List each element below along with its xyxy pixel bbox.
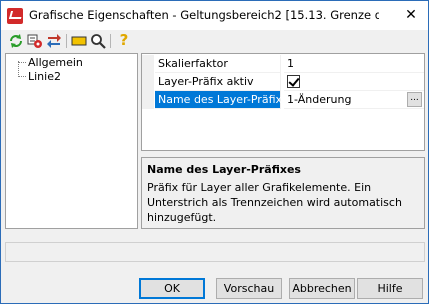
- preview-button[interactable]: Vorschau: [216, 278, 282, 299]
- settings-red-icon[interactable]: [27, 33, 43, 49]
- toolbar-separator: [66, 34, 67, 48]
- description-text: Präfix für Layer aller Grafikelemente. E…: [147, 181, 402, 224]
- property-label: Layer-Präfix aktiv: [155, 73, 281, 91]
- tree-connector: [18, 62, 26, 63]
- property-row-skalierfaktor[interactable]: Skalierfaktor 1: [142, 55, 424, 73]
- property-label: Skalierfaktor: [155, 55, 281, 73]
- dialog-window: Grafische Eigenschaften - Geltungsbereic…: [0, 0, 429, 304]
- cancel-button[interactable]: Abbrechen: [289, 278, 355, 299]
- refresh-icon[interactable]: [8, 33, 24, 49]
- description-panel: Name des Layer-Präfixes Präfix für Layer…: [141, 157, 425, 229]
- tree-item-linie2[interactable]: Linie2: [28, 70, 61, 83]
- row-gutter: [142, 55, 154, 73]
- row-gutter: [142, 91, 154, 109]
- tree-view[interactable]: Allgemein Linie2: [5, 53, 138, 229]
- ok-button[interactable]: OK: [139, 278, 205, 299]
- browse-button[interactable]: ...: [407, 92, 422, 107]
- layer-prefix-checkbox[interactable]: [287, 75, 300, 88]
- toolbar: ?: [1, 30, 428, 52]
- color-rect-icon[interactable]: [71, 33, 87, 49]
- property-row-layer-praefix-aktiv[interactable]: Layer-Präfix aktiv: [142, 73, 424, 91]
- toolbar-separator: [110, 34, 111, 48]
- row-gutter: [142, 73, 154, 91]
- swap-icon[interactable]: [46, 33, 62, 49]
- property-label: Name des Layer-Präfixes: [155, 91, 294, 109]
- help-button[interactable]: Hilfe: [357, 278, 423, 299]
- app-icon: [7, 8, 23, 24]
- search-icon[interactable]: [90, 33, 106, 49]
- tree-connector: [18, 61, 19, 77]
- title-bar[interactable]: Grafische Eigenschaften - Geltungsbereic…: [1, 1, 428, 30]
- layer-prefix-name-input[interactable]: 1-Änderung: [284, 91, 424, 109]
- tree-connector: [18, 76, 26, 77]
- close-button[interactable]: ✕: [402, 6, 420, 24]
- status-bar: [5, 242, 425, 262]
- help-icon[interactable]: ?: [116, 31, 132, 49]
- tree-item-allgemein[interactable]: Allgemein: [28, 56, 83, 69]
- property-value-field: [284, 73, 424, 91]
- window-title: Grafische Eigenschaften - Geltungsbereic…: [29, 8, 379, 22]
- property-row-layer-praefix-name[interactable]: Name des Layer-Präfixes 1-Änderung ...: [142, 91, 424, 109]
- property-grid: Skalierfaktor 1 Layer-Präfix aktiv Name …: [141, 53, 425, 151]
- description-title: Name des Layer-Präfixes: [147, 163, 301, 176]
- property-value-field[interactable]: 1: [284, 55, 424, 73]
